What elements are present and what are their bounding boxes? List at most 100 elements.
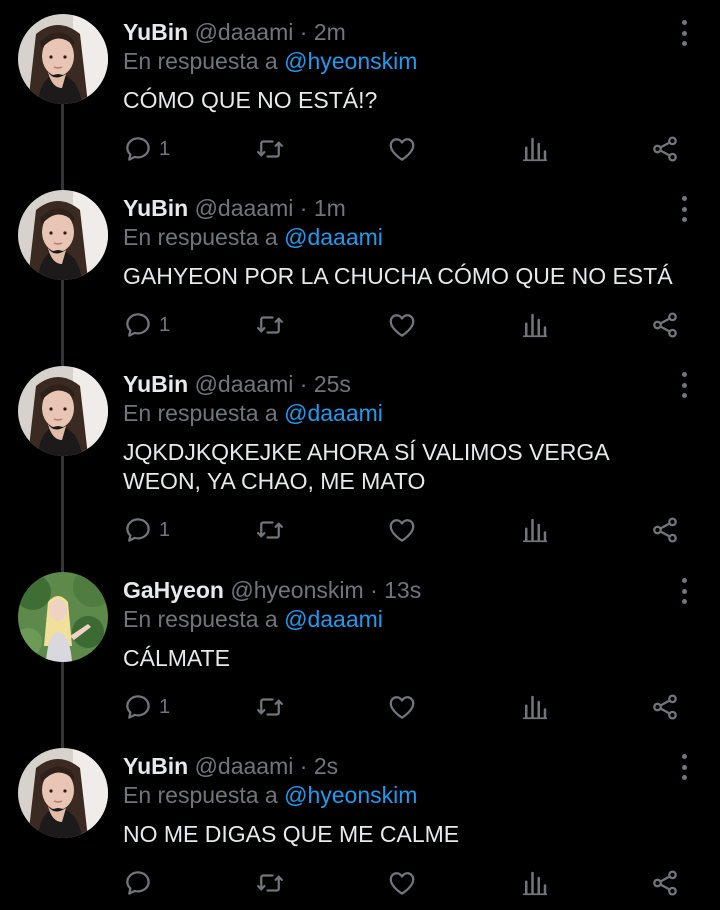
reply-button[interactable]: 1: [123, 515, 170, 545]
avatar[interactable]: [18, 748, 108, 838]
like-button[interactable]: [387, 310, 417, 340]
heart-icon: [387, 868, 417, 898]
mention-link[interactable]: @hyeonskim: [284, 782, 417, 808]
more-icon: [681, 372, 687, 377]
avatar-image: [18, 14, 108, 104]
display-name[interactable]: YuBin: [123, 371, 188, 397]
more-options-button[interactable]: [678, 578, 690, 604]
heart-icon: [387, 310, 417, 340]
share-button[interactable]: [650, 310, 680, 340]
share-button[interactable]: [650, 692, 680, 722]
views-button[interactable]: [520, 134, 550, 164]
action-bar: 1: [123, 134, 680, 164]
retweet-button[interactable]: [255, 134, 285, 164]
views-button[interactable]: [520, 310, 550, 340]
views-button[interactable]: [520, 868, 550, 898]
mention-link[interactable]: @daaami: [284, 224, 383, 250]
more-options-button[interactable]: [678, 196, 690, 222]
tweet-text: CÓMO QUE NO ESTÁ!?: [123, 87, 378, 113]
reply-button[interactable]: 1: [123, 134, 170, 164]
more-options-button[interactable]: [678, 20, 690, 46]
tweet-content: GaHyeon @hyeonskim · 13s En respuesta a …: [123, 576, 680, 673]
more-options-button[interactable]: [678, 754, 690, 780]
user-handle[interactable]: @daaami: [195, 753, 294, 779]
retweet-icon: [255, 310, 285, 340]
timestamp[interactable]: 2s: [314, 753, 338, 779]
display-name[interactable]: GaHyeon: [123, 577, 224, 603]
thread-line: [61, 558, 64, 572]
reply-icon: [123, 515, 153, 545]
mention-link[interactable]: @hyeonskim: [284, 48, 417, 74]
views-button[interactable]: [520, 515, 550, 545]
reply-icon: [123, 134, 153, 164]
separator: ·: [370, 577, 378, 603]
user-handle[interactable]: @daaami: [195, 19, 294, 45]
like-button[interactable]: [387, 134, 417, 164]
retweet-button[interactable]: [255, 692, 285, 722]
avatar-image: [18, 366, 108, 456]
reply-button[interactable]: [123, 868, 159, 898]
more-icon-dot: [681, 599, 687, 604]
tweet-text: CÁLMATE: [123, 645, 230, 671]
tweet[interactable]: YuBin @daaami · 2m En respuesta a @hyeon…: [0, 0, 720, 176]
avatar[interactable]: [18, 572, 108, 662]
reply-context: En respuesta a @hyeonskim: [123, 781, 680, 809]
display-name[interactable]: YuBin: [123, 195, 188, 221]
more-icon: [681, 754, 687, 759]
reply-prefix: En respuesta a: [123, 606, 278, 632]
conversation-thread: YuBin @daaami · 2m En respuesta a @hyeon…: [0, 0, 720, 910]
thread-line: [61, 176, 64, 190]
like-button[interactable]: [387, 692, 417, 722]
avatar[interactable]: [18, 14, 108, 104]
separator: ·: [299, 19, 308, 45]
timestamp[interactable]: 2m: [314, 19, 346, 45]
retweet-button[interactable]: [255, 868, 285, 898]
tweet[interactable]: YuBin @daaami · 25s En respuesta a @daaa…: [0, 352, 720, 558]
retweet-icon: [255, 692, 285, 722]
reply-button[interactable]: 1: [123, 310, 170, 340]
share-icon: [650, 868, 680, 898]
share-icon: [650, 692, 680, 722]
more-icon-dot: [681, 41, 687, 46]
mention-link[interactable]: @daaami: [284, 606, 383, 632]
more-options-button[interactable]: [678, 372, 690, 398]
retweet-icon: [255, 868, 285, 898]
more-icon-dot: [681, 588, 687, 594]
avatar[interactable]: [18, 190, 108, 280]
share-button[interactable]: [650, 134, 680, 164]
retweet-button[interactable]: [255, 515, 285, 545]
reply-prefix: En respuesta a: [123, 48, 278, 74]
user-handle[interactable]: @daaami: [195, 371, 294, 397]
retweet-icon: [255, 515, 285, 545]
reply-button[interactable]: 1: [123, 692, 170, 722]
tweet-text: JQKDJKQKEJKE AHORA SÍ VALIMOS VERGA WEON…: [123, 439, 609, 494]
display-name[interactable]: YuBin: [123, 19, 188, 45]
like-button[interactable]: [387, 868, 417, 898]
tweet-content: YuBin @daaami · 2m En respuesta a @hyeon…: [123, 18, 680, 115]
display-name[interactable]: YuBin: [123, 753, 188, 779]
retweet-button[interactable]: [255, 310, 285, 340]
mention-link[interactable]: @daaami: [284, 400, 383, 426]
more-icon-dot: [681, 217, 687, 222]
avatar[interactable]: [18, 366, 108, 456]
like-button[interactable]: [387, 515, 417, 545]
thread-line: [61, 352, 64, 366]
avatar-image: [18, 572, 108, 662]
user-handle[interactable]: @daaami: [195, 195, 294, 221]
user-handle[interactable]: @hyeonskim: [230, 577, 363, 603]
more-icon-dot: [681, 382, 687, 388]
tweet-header: YuBin @daaami · 2m: [123, 18, 680, 46]
tweet[interactable]: GaHyeon @hyeonskim · 13s En respuesta a …: [0, 558, 720, 734]
tweet[interactable]: YuBin @daaami · 1m En respuesta a @daaam…: [0, 176, 720, 352]
share-button[interactable]: [650, 868, 680, 898]
more-icon-dot: [681, 764, 687, 770]
tweet-header: GaHyeon @hyeonskim · 13s: [123, 576, 680, 604]
reply-prefix: En respuesta a: [123, 224, 278, 250]
timestamp[interactable]: 1m: [314, 195, 346, 221]
timestamp[interactable]: 13s: [384, 577, 421, 603]
tweet[interactable]: YuBin @daaami · 2s En respuesta a @hyeon…: [0, 734, 720, 910]
reply-context: En respuesta a @daaami: [123, 605, 680, 633]
views-button[interactable]: [520, 692, 550, 722]
share-button[interactable]: [650, 515, 680, 545]
timestamp[interactable]: 25s: [314, 371, 351, 397]
